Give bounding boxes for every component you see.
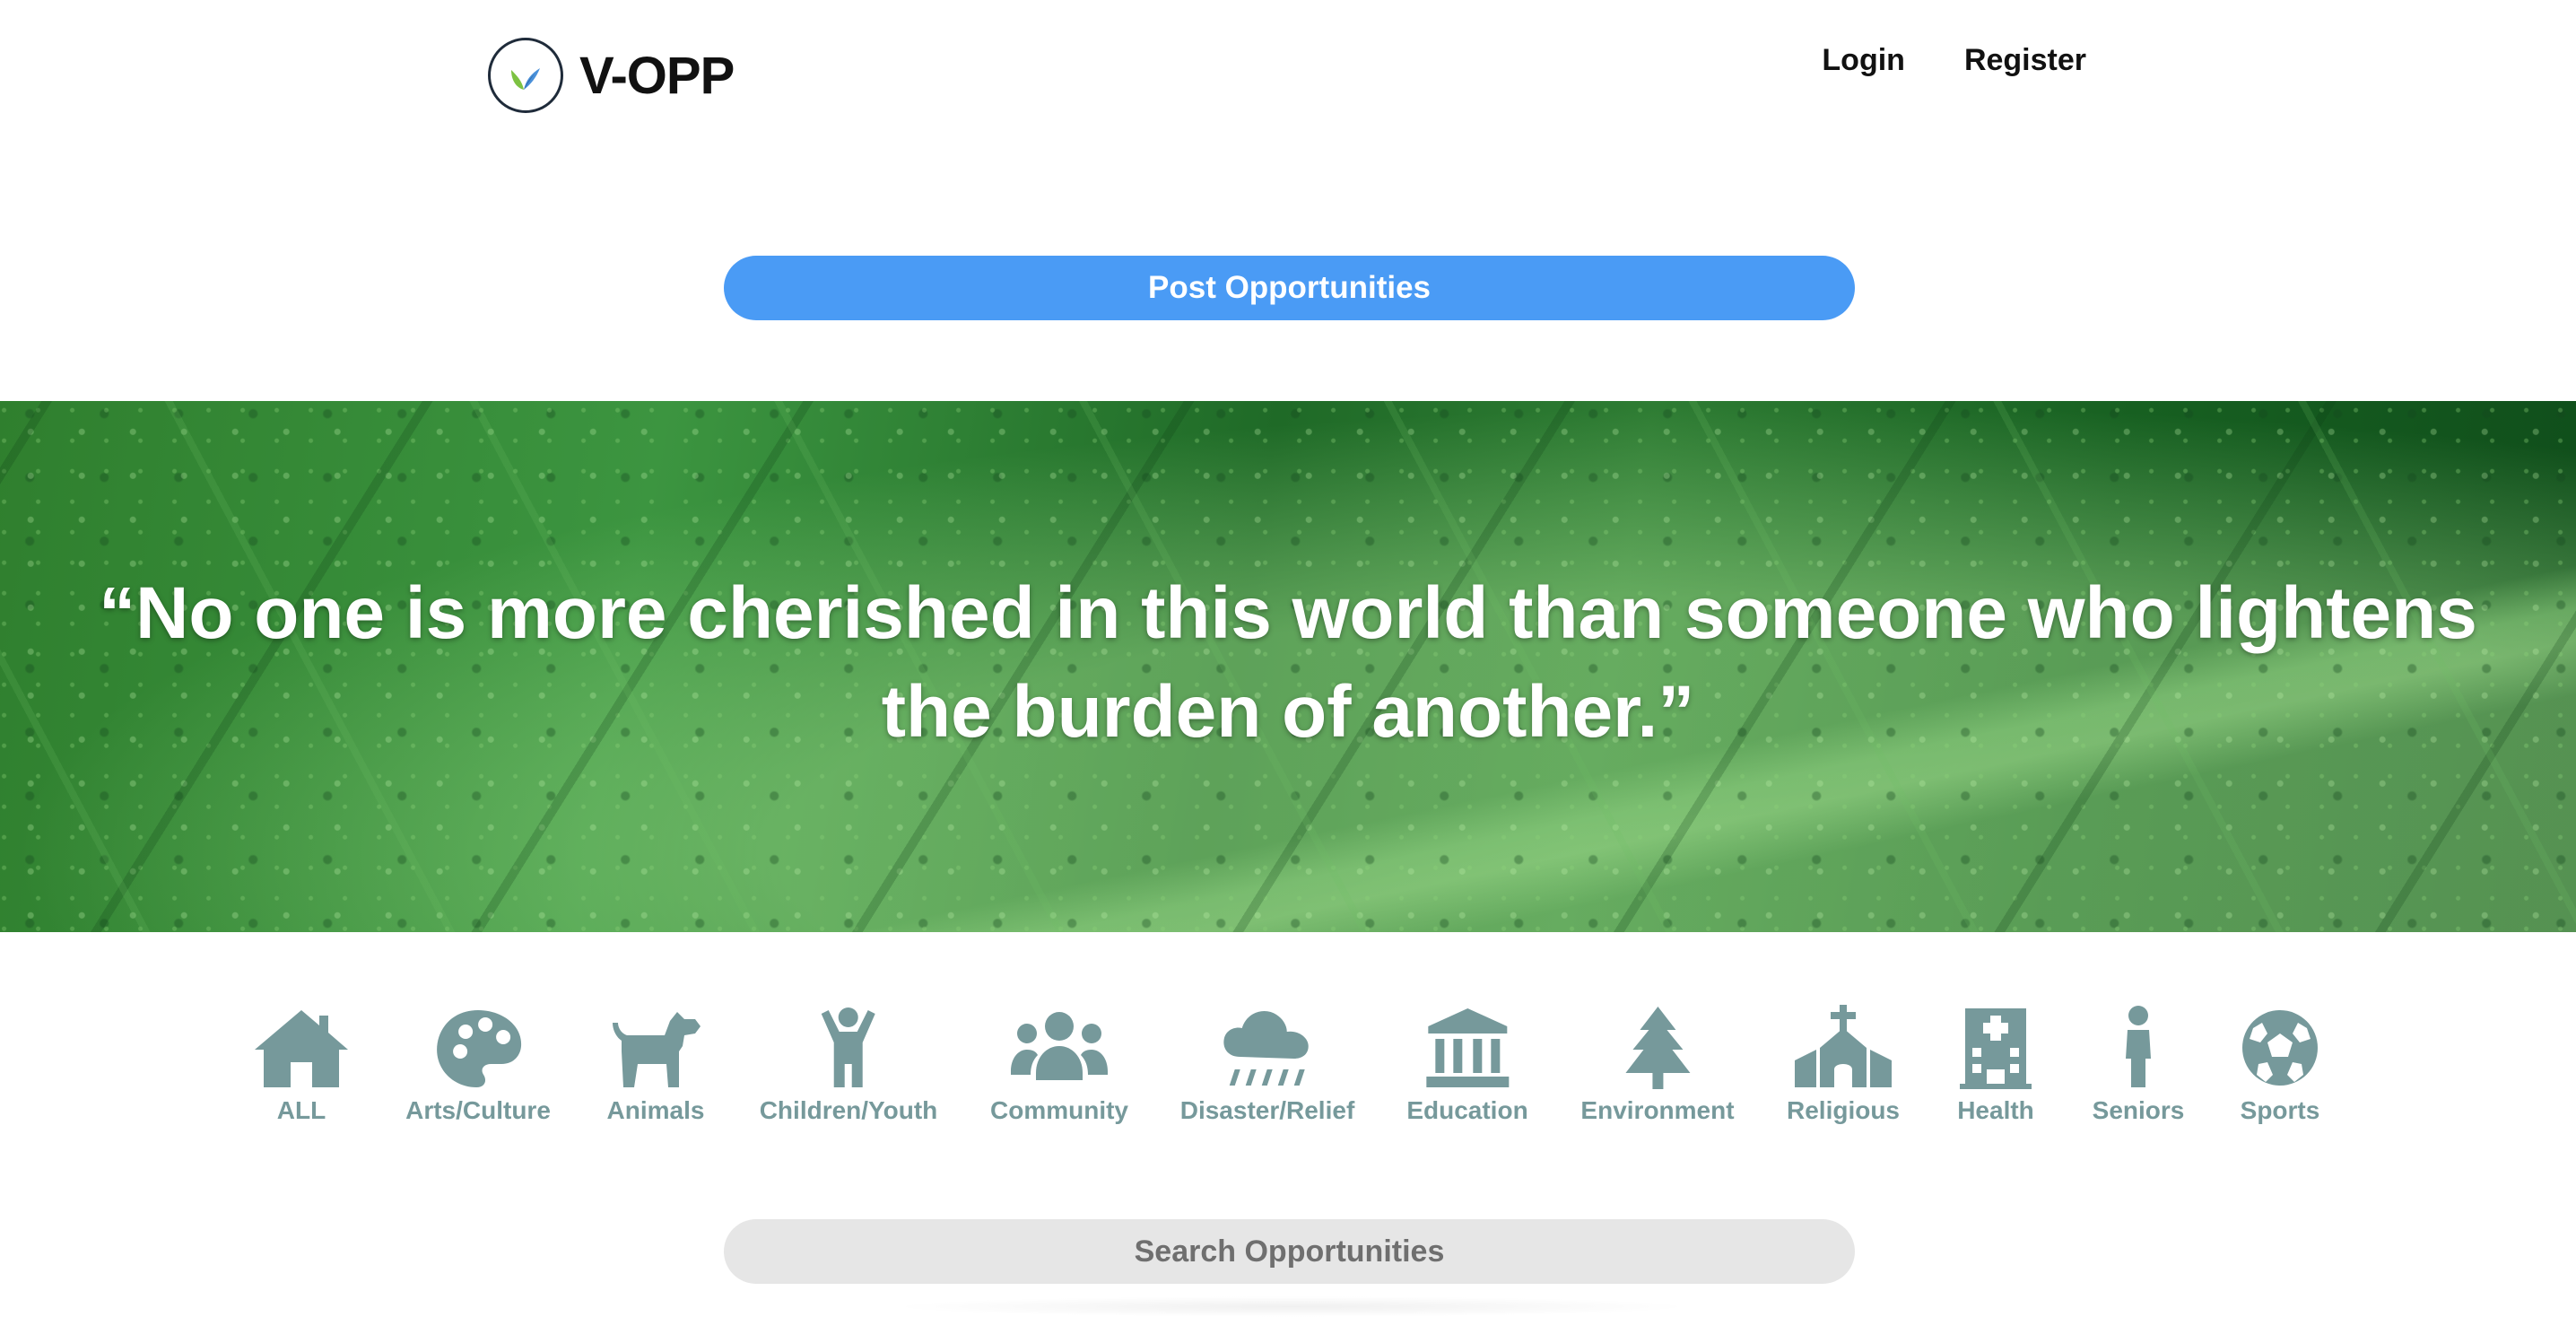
soccer-ball-icon: [2242, 1010, 2318, 1086]
content-shadow: [888, 1296, 1695, 1317]
category-education[interactable]: Education: [1406, 1005, 1528, 1125]
category-label: Animals: [606, 1096, 705, 1124]
palette-icon: [436, 1010, 521, 1087]
login-link[interactable]: Login: [1822, 43, 1905, 78]
site-header: V-OPP Login Register: [0, 0, 2576, 153]
category-children-youth[interactable]: Children/Youth: [759, 1005, 938, 1125]
category-label: Arts/Culture: [405, 1096, 551, 1124]
search-opportunities-input[interactable]: [724, 1219, 1855, 1284]
people-group-icon: [1011, 1012, 1108, 1080]
post-opportunities-button[interactable]: Post Opportunities: [724, 256, 1855, 320]
leaves-logo-icon: [488, 38, 563, 113]
person-icon: [2126, 1006, 2151, 1087]
brand-name: V-OPP: [579, 46, 735, 105]
category-disaster-relief[interactable]: Disaster/Relief: [1179, 1005, 1355, 1125]
category-sports[interactable]: Sports: [2226, 1005, 2334, 1125]
category-arts-culture[interactable]: Arts/Culture: [405, 1005, 551, 1125]
category-label: Religious: [1786, 1096, 1901, 1124]
category-label: ALL: [276, 1096, 326, 1124]
category-animals[interactable]: Animals: [602, 1005, 709, 1125]
category-environment[interactable]: Environment: [1580, 1005, 1735, 1125]
category-health[interactable]: Health: [1942, 1005, 2049, 1125]
category-filter-bar: ALL Arts/Culture Animals Children/Youth: [0, 1005, 2576, 1130]
category-label: Sports: [2240, 1096, 2320, 1124]
dog-icon: [613, 1012, 701, 1087]
category-community[interactable]: Community: [990, 1005, 1128, 1125]
category-all[interactable]: ALL: [248, 1005, 355, 1125]
child-icon: [821, 1007, 875, 1087]
church-icon: [1794, 1005, 1892, 1087]
category-seniors[interactable]: Seniors: [2084, 1005, 2192, 1125]
brand-home-link[interactable]: V-OPP: [488, 38, 735, 113]
hospital-icon: [1960, 1008, 2032, 1089]
top-nav: Login Register: [1822, 43, 2086, 78]
category-label: Seniors: [2092, 1096, 2185, 1124]
tree-icon: [1624, 1007, 1690, 1089]
category-label: Disaster/Relief: [1179, 1096, 1355, 1124]
category-label: Education: [1406, 1096, 1528, 1124]
category-religious[interactable]: Religious: [1787, 1005, 1900, 1125]
hero-banner: “No one is more cherished in this world …: [0, 401, 2576, 932]
category-label: Environment: [1580, 1096, 1735, 1124]
register-link[interactable]: Register: [1964, 43, 2086, 78]
category-label: Health: [1957, 1096, 2034, 1124]
hero-quote: “No one is more cherished in this world …: [99, 572, 2477, 753]
category-label: Children/Youth: [759, 1096, 938, 1124]
house-icon: [255, 1010, 348, 1087]
category-label: Community: [990, 1096, 1128, 1124]
cloud-rain-icon: [1223, 1010, 1309, 1086]
building-columns-icon: [1426, 1008, 1509, 1087]
